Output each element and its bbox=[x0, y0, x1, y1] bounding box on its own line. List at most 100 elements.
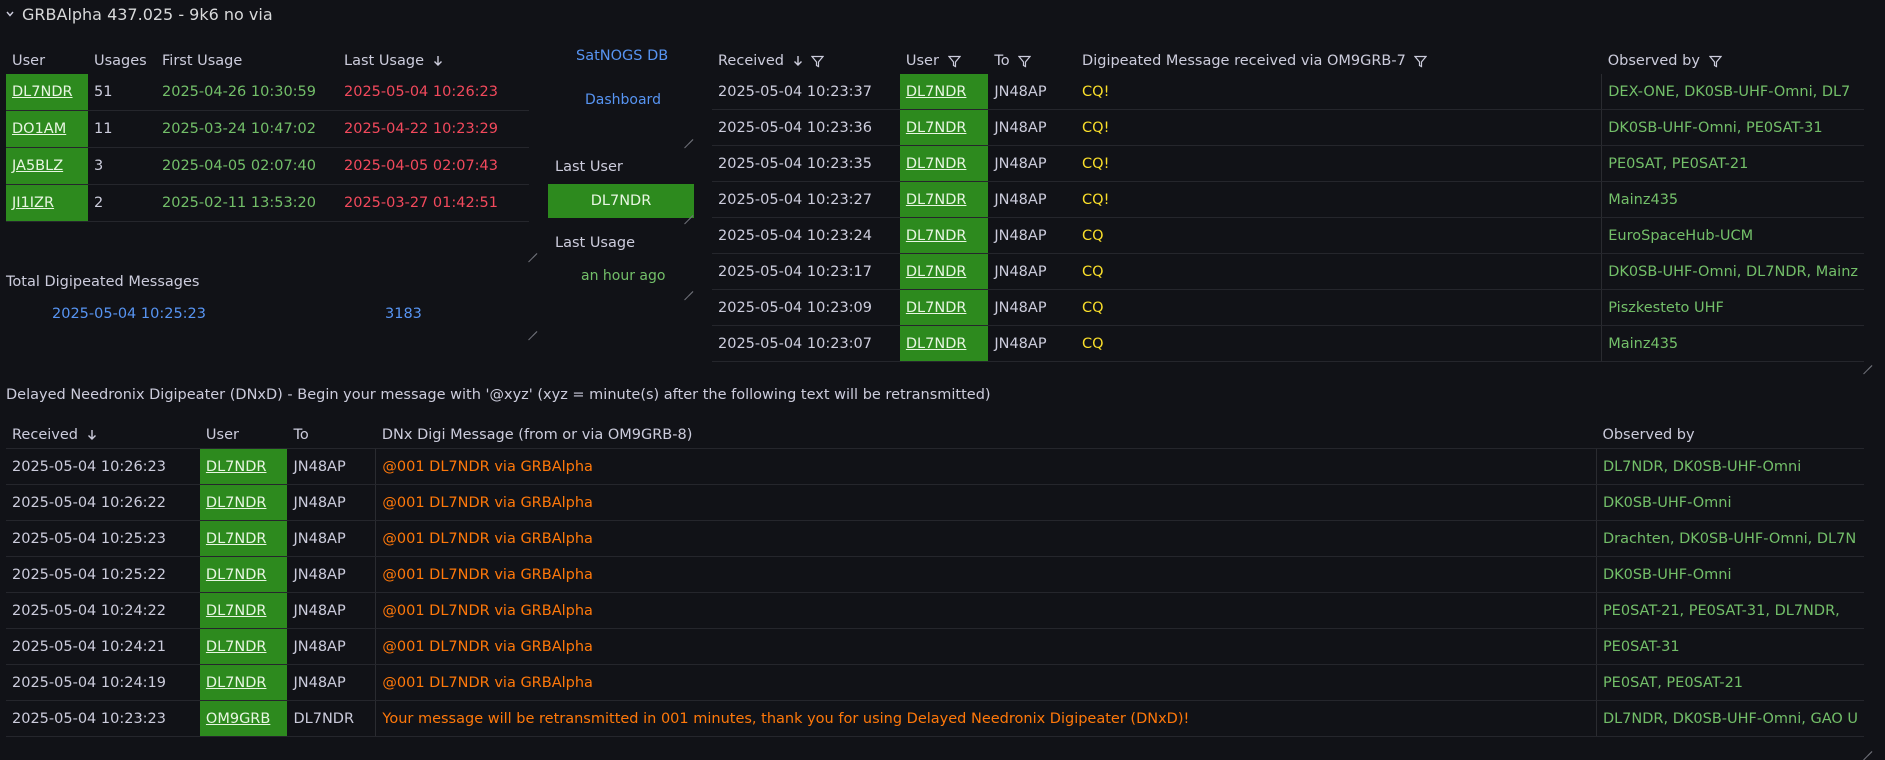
filter-icon[interactable] bbox=[947, 55, 961, 68]
user-cell[interactable]: DL7NDR bbox=[199, 484, 288, 521]
observed-cell: DEX-ONE, DK0SB-UHF-Omni, DL7 bbox=[1601, 74, 1864, 110]
digi-table-body[interactable]: 2025-05-04 10:23:37 DL7NDR JN48AP CQ! DEX-ON… bbox=[712, 74, 1864, 362]
usages-cell: 2 bbox=[88, 184, 156, 222]
user-link[interactable]: DL7NDR bbox=[906, 300, 967, 316]
user-link[interactable]: DL7NDR bbox=[206, 531, 267, 547]
sort-desc-icon[interactable] bbox=[793, 55, 803, 67]
user-cell[interactable]: DL7NDR bbox=[899, 289, 989, 326]
resize-handle-icon[interactable] bbox=[527, 322, 537, 332]
observed-cell: DK0SB-UHF-Omni, PE0SAT-31 bbox=[1601, 109, 1864, 146]
filter-icon[interactable] bbox=[1018, 55, 1032, 68]
table-row: 2025-05-04 10:25:23 DL7NDR JN48AP @001 DL7N… bbox=[6, 520, 1864, 557]
header-to[interactable]: To bbox=[988, 48, 1076, 74]
user-cell[interactable]: DL7NDR bbox=[199, 592, 288, 629]
received-cell: 2025-05-04 10:24:19 bbox=[6, 664, 200, 701]
message-cell: CQ! bbox=[1076, 181, 1602, 218]
observed-cell: Mainz435 bbox=[1601, 325, 1864, 362]
resize-handle-icon[interactable] bbox=[683, 130, 693, 140]
last-user-label: Last User bbox=[555, 159, 623, 175]
table-row: DL7NDR 51 2025-04-26 10:30:59 2025-05-04… bbox=[6, 74, 529, 111]
header-user[interactable]: User bbox=[199, 422, 288, 449]
user-cell[interactable]: DL7NDR bbox=[199, 520, 288, 557]
user-link[interactable]: DL7NDR bbox=[906, 336, 967, 352]
to-cell: JN48AP bbox=[287, 556, 376, 593]
received-cell: 2025-05-04 10:23:36 bbox=[712, 109, 900, 146]
received-cell: 2025-05-04 10:24:22 bbox=[6, 592, 200, 629]
header-digi-message[interactable]: Digipeated Message received via OM9GRB-7 bbox=[1076, 48, 1602, 74]
user-link[interactable]: DO1AM bbox=[12, 121, 66, 137]
header-first-usage[interactable]: First Usage bbox=[156, 48, 338, 74]
user-link[interactable]: JI1IZR bbox=[12, 195, 54, 211]
dashboard-link[interactable]: Dashboard bbox=[585, 92, 661, 108]
chevron-down-icon[interactable] bbox=[6, 10, 14, 18]
user-cell[interactable]: DL7NDR bbox=[899, 217, 989, 254]
received-cell: 2025-05-04 10:23:35 bbox=[712, 145, 900, 182]
table-row: 2025-05-04 10:24:22 DL7NDR JN48AP @001 DL7N… bbox=[6, 592, 1864, 629]
received-cell: 2025-05-04 10:23:23 bbox=[6, 700, 200, 737]
user-cell[interactable]: OM9GRB bbox=[199, 700, 288, 737]
user-link[interactable]: DL7NDR bbox=[906, 120, 967, 136]
user-cell[interactable]: DL7NDR bbox=[899, 253, 989, 290]
user-link[interactable]: DL7NDR bbox=[906, 228, 967, 244]
header-user[interactable]: User bbox=[6, 48, 88, 74]
header-received[interactable]: Received bbox=[712, 48, 900, 74]
header-user[interactable]: User bbox=[900, 48, 988, 74]
to-cell: DL7NDR bbox=[287, 700, 376, 737]
user-link[interactable]: JA5BLZ bbox=[12, 158, 63, 174]
header-to[interactable]: To bbox=[287, 422, 376, 449]
header-observed-by[interactable]: Observed by bbox=[1596, 422, 1864, 449]
dnx-table-body[interactable]: 2025-05-04 10:26:23 DL7NDR JN48AP @001 DL7N… bbox=[6, 448, 1864, 737]
user-cell[interactable]: DL7NDR bbox=[899, 181, 989, 218]
user-cell[interactable]: DL7NDR bbox=[899, 109, 989, 146]
user-link[interactable]: DL7NDR bbox=[906, 84, 967, 100]
header-received-label: Received bbox=[12, 427, 78, 443]
resize-handle-icon[interactable] bbox=[1862, 742, 1872, 752]
user-cell[interactable]: JA5BLZ bbox=[6, 147, 88, 185]
panel-header[interactable]: GRBAlpha 437.025 - 9k6 no via bbox=[6, 2, 273, 26]
header-observed-by[interactable]: Observed by bbox=[1602, 48, 1864, 74]
user-link[interactable]: DL7NDR bbox=[12, 84, 73, 100]
observed-cell: DL7NDR, DK0SB-UHF-Omni bbox=[1595, 448, 1864, 485]
user-cell[interactable]: DO1AM bbox=[6, 110, 88, 148]
resize-handle-icon[interactable] bbox=[683, 206, 693, 216]
table-row: 2025-05-04 10:25:22 DL7NDR JN48AP @001 DL7N… bbox=[6, 556, 1864, 593]
user-cell[interactable]: DL7NDR bbox=[199, 448, 288, 485]
user-cell[interactable]: JI1IZR bbox=[6, 184, 88, 222]
user-cell[interactable]: DL7NDR bbox=[899, 325, 989, 362]
filter-icon[interactable] bbox=[1414, 55, 1428, 68]
sort-desc-icon[interactable] bbox=[433, 55, 443, 67]
user-cell[interactable]: DL7NDR bbox=[199, 664, 288, 701]
user-link[interactable]: DL7NDR bbox=[206, 459, 267, 475]
resize-handle-icon[interactable] bbox=[527, 244, 537, 254]
header-usages[interactable]: Usages bbox=[88, 48, 156, 74]
message-cell: @001 DL7NDR via GRBAlpha bbox=[375, 484, 1597, 521]
user-link[interactable]: DL7NDR bbox=[206, 603, 267, 619]
header-last-usage[interactable]: Last Usage bbox=[338, 48, 529, 74]
resize-handle-icon[interactable] bbox=[1862, 356, 1872, 366]
user-link[interactable]: DL7NDR bbox=[906, 264, 967, 280]
user-cell[interactable]: DL7NDR bbox=[899, 74, 989, 110]
table-row: JI1IZR 2 2025-02-11 13:53:20 2025-03-27 … bbox=[6, 184, 529, 222]
header-dnx-message[interactable]: DNx Digi Message (from or via OM9GRB-8) bbox=[375, 422, 1597, 449]
sort-desc-icon[interactable] bbox=[87, 429, 97, 441]
user-cell[interactable]: DL7NDR bbox=[6, 74, 88, 111]
user-link[interactable]: DL7NDR bbox=[206, 495, 267, 511]
user-link[interactable]: OM9GRB bbox=[206, 711, 270, 727]
user-cell[interactable]: DL7NDR bbox=[899, 145, 989, 182]
filter-icon[interactable] bbox=[1708, 55, 1722, 68]
to-cell: JN48AP bbox=[287, 484, 376, 521]
header-received[interactable]: Received bbox=[6, 422, 200, 449]
table-row: 2025-05-04 10:23:27 DL7NDR JN48AP CQ! Mainz4… bbox=[712, 181, 1864, 218]
user-cell[interactable]: DL7NDR bbox=[199, 628, 288, 665]
resize-handle-icon[interactable] bbox=[683, 282, 693, 292]
filter-icon[interactable] bbox=[811, 55, 825, 68]
user-link[interactable]: DL7NDR bbox=[906, 156, 967, 172]
user-link[interactable]: DL7NDR bbox=[906, 192, 967, 208]
received-cell: 2025-05-04 10:24:21 bbox=[6, 628, 200, 665]
user-link[interactable]: DL7NDR bbox=[206, 675, 267, 691]
table-row: 2025-05-04 10:24:21 DL7NDR JN48AP @001 DL7N… bbox=[6, 628, 1864, 665]
user-link[interactable]: DL7NDR bbox=[206, 567, 267, 583]
satnogs-db-link[interactable]: SatNOGS DB bbox=[576, 48, 668, 64]
user-cell[interactable]: DL7NDR bbox=[199, 556, 288, 593]
user-link[interactable]: DL7NDR bbox=[206, 639, 267, 655]
